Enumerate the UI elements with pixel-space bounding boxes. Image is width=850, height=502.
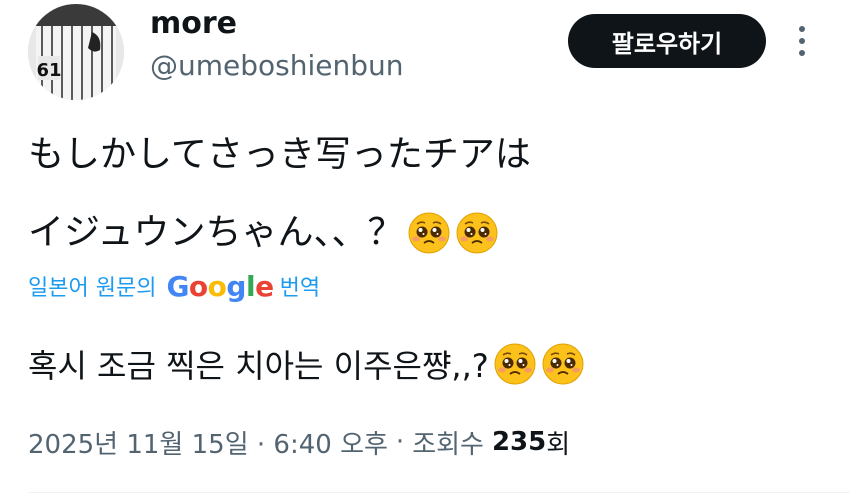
pleading-face-icon (408, 212, 451, 254)
follow-button[interactable]: 팔로우하기 (568, 14, 766, 68)
more-vertical-icon[interactable] (790, 22, 814, 60)
tweet-line-1: もしかしてさっき写ったチアは (28, 134, 531, 175)
tweet-line-2: イジュウンちゃん、、？ (28, 194, 808, 272)
translated-text: 혹시 조금 찍은 치아는 이주은쨩,,? (28, 336, 585, 392)
views-count: 235 (491, 427, 547, 457)
translate-suffix: 번역 (279, 276, 321, 301)
user-handle[interactable]: @umeboshienbun (150, 48, 404, 84)
views-label: 조회수 (412, 429, 484, 460)
avatar-image: 61 (28, 4, 124, 100)
pleading-face-icon (541, 343, 584, 385)
tweet-text: もしかしてさっき写ったチアは イジュウンちゃん、、？ (28, 116, 808, 272)
timestamp[interactable]: 2025년 11월 15일 · 6:40 오후 (28, 424, 388, 461)
google-logo: Google (166, 269, 274, 303)
tweet-line-2-text: イジュウンちゃん、、？ (28, 212, 404, 253)
translate-link[interactable]: 일본어 원문의 Google 번역 (28, 266, 320, 306)
translated-text-content: 혹시 조금 찍은 치아는 이주은쨩,,? (28, 347, 489, 385)
views-suffix: 회 (546, 429, 571, 460)
tweet-meta: 2025년 11월 15일 · 6:40 오후 · 조회수 235 회 (28, 420, 570, 464)
pleading-face-icon (493, 343, 536, 385)
jersey-number: 61 (36, 60, 61, 81)
pleading-face-icon (456, 212, 499, 254)
divider (28, 492, 850, 493)
meta-separator: · (395, 427, 405, 457)
avatar[interactable]: 61 (28, 4, 124, 100)
translate-prefix: 일본어 원문의 (28, 276, 157, 301)
display-name[interactable]: more (150, 4, 237, 44)
